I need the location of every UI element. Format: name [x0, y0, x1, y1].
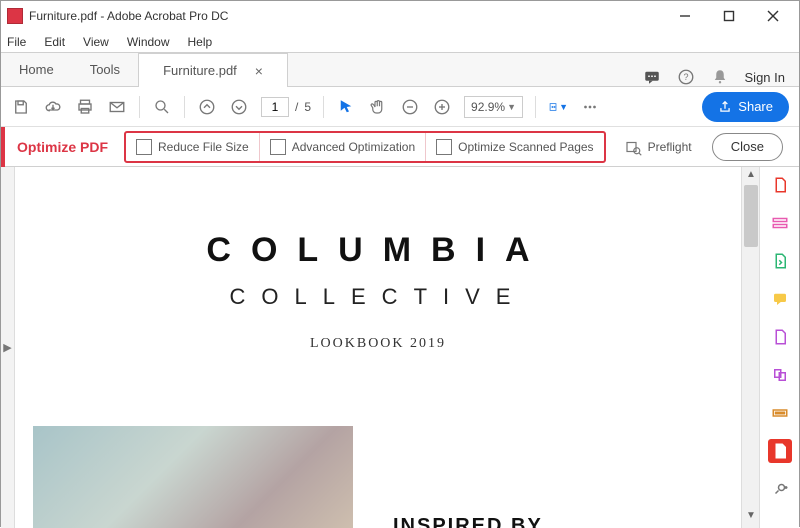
document-heading-1: COLUMBIA	[15, 231, 741, 270]
combine-tool-icon[interactable]	[768, 363, 792, 387]
email-icon[interactable]	[107, 97, 127, 117]
page-total: 5	[304, 100, 311, 114]
scrollbar-thumb[interactable]	[744, 185, 758, 247]
document-heading-2: COLLECTIVE	[15, 284, 741, 310]
optimize-scanned-button[interactable]: Optimize Scanned Pages	[425, 133, 603, 161]
more-tools-icon[interactable]	[580, 97, 600, 117]
save-icon[interactable]	[11, 97, 31, 117]
work-area: ▶ COLUMBIA COLLECTIVE LOOKBOOK 2019 INSP…	[1, 167, 799, 528]
tab-home[interactable]: Home	[1, 52, 72, 86]
scroll-down-icon[interactable]: ▼	[742, 510, 760, 526]
close-optimize-button[interactable]: Close	[712, 133, 783, 161]
menubar: File Edit View Window Help	[1, 31, 799, 53]
redact-tool-icon[interactable]	[768, 401, 792, 425]
document-canvas[interactable]: COLUMBIA COLLECTIVE LOOKBOOK 2019 INSPIR…	[15, 167, 741, 528]
share-label: Share	[738, 99, 773, 114]
menu-help[interactable]: Help	[186, 33, 215, 51]
document-photo	[33, 426, 353, 528]
preflight-label: Preflight	[648, 140, 692, 154]
sign-in-button[interactable]: Sign In	[745, 70, 785, 85]
menu-view[interactable]: View	[81, 33, 111, 51]
tab-tools[interactable]: Tools	[72, 52, 138, 86]
tab-document-label: Furniture.pdf	[163, 63, 237, 78]
zoom-out-icon[interactable]	[400, 97, 420, 117]
right-tools-rail	[759, 167, 799, 528]
preflight-button[interactable]: Preflight	[614, 127, 702, 166]
organize-tool-icon[interactable]	[768, 325, 792, 349]
share-button[interactable]: Share	[702, 92, 789, 122]
optimize-toolbar: Optimize PDF Reduce File Size Advanced O…	[1, 127, 799, 167]
hand-icon[interactable]	[368, 97, 388, 117]
reduce-label: Reduce File Size	[158, 140, 249, 154]
optimize-accent	[1, 127, 5, 167]
page-number-input[interactable]	[261, 97, 289, 117]
optimize-options-group: Reduce File Size Advanced Optimization O…	[124, 131, 606, 163]
help-icon[interactable]: ?	[677, 68, 695, 86]
tab-document[interactable]: Furniture.pdf ×	[138, 53, 288, 87]
zoom-in-icon[interactable]	[432, 97, 452, 117]
document-subheading: LOOKBOOK 2019	[15, 336, 741, 352]
preflight-icon	[624, 138, 642, 156]
main-toolbar: / 5 92.9% ▼ ▼ Share	[1, 87, 799, 127]
chevron-down-icon: ▼	[507, 102, 516, 112]
menu-window[interactable]: Window	[125, 33, 172, 51]
document-inspired-text: INSPIRED BY	[393, 515, 543, 528]
window-title: Furniture.pdf - Adobe Acrobat Pro DC	[29, 9, 663, 23]
scanned-label: Optimize Scanned Pages	[458, 140, 593, 154]
page-down-icon[interactable]	[229, 97, 249, 117]
edit-pdf-tool-icon[interactable]	[768, 211, 792, 235]
svg-text:?: ?	[683, 72, 688, 82]
fit-width-icon[interactable]: ▼	[548, 97, 568, 117]
acrobat-app-icon	[7, 8, 23, 24]
print-icon[interactable]	[75, 97, 95, 117]
reduce-icon	[136, 139, 152, 155]
close-window-button[interactable]	[751, 2, 795, 30]
advanced-label: Advanced Optimization	[292, 140, 415, 154]
vertical-scrollbar[interactable]: ▲ ▼	[741, 167, 759, 528]
tab-close-icon[interactable]: ×	[255, 63, 263, 79]
page-up-icon[interactable]	[197, 97, 217, 117]
reduce-file-size-button[interactable]: Reduce File Size	[126, 133, 259, 161]
left-nav-rail[interactable]: ▶	[1, 167, 15, 528]
scanned-icon	[436, 139, 452, 155]
window-titlebar: Furniture.pdf - Adobe Acrobat Pro DC	[1, 1, 799, 31]
search-icon[interactable]	[152, 97, 172, 117]
optimize-title: Optimize PDF	[13, 139, 116, 155]
cloud-icon[interactable]	[43, 97, 63, 117]
zoom-dropdown[interactable]: 92.9% ▼	[464, 96, 523, 118]
advanced-icon	[270, 139, 286, 155]
advanced-optimization-button[interactable]: Advanced Optimization	[259, 133, 425, 161]
pointer-icon[interactable]	[336, 97, 356, 117]
maximize-button[interactable]	[707, 2, 751, 30]
menu-file[interactable]: File	[5, 33, 28, 51]
scroll-up-icon[interactable]: ▲	[742, 169, 760, 185]
document-tabbar: Home Tools Furniture.pdf × ? Sign In	[1, 53, 799, 87]
comment-tool-icon[interactable]	[768, 287, 792, 311]
page-separator: /	[295, 100, 298, 114]
chat-icon[interactable]	[643, 68, 661, 86]
optimize-tool-icon[interactable]	[768, 439, 792, 463]
more-tools-rail-icon[interactable]	[768, 477, 792, 501]
zoom-value: 92.9%	[471, 100, 505, 114]
export-pdf-tool-icon[interactable]	[768, 249, 792, 273]
menu-edit[interactable]: Edit	[42, 33, 67, 51]
create-pdf-tool-icon[interactable]	[768, 173, 792, 197]
bell-icon[interactable]	[711, 68, 729, 86]
minimize-button[interactable]	[663, 2, 707, 30]
